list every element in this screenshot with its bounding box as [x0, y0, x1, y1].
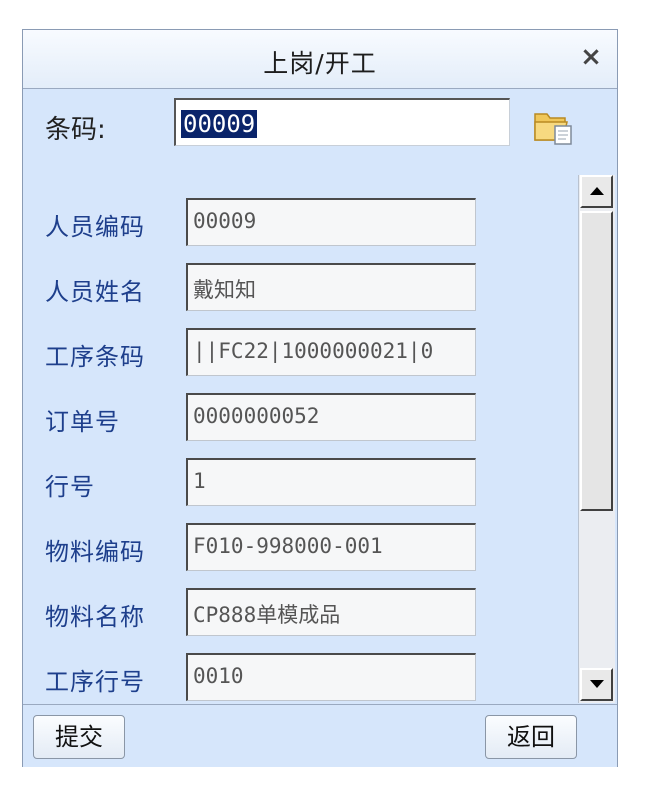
close-icon: × — [580, 42, 602, 72]
dialog-window: 上岗/开工 × 条码: 00009 人员编码 00009 人员姓名 戴知知 工序… — [22, 29, 618, 767]
material-code-label: 物料编码 — [45, 538, 145, 566]
scroll-thumb[interactable] — [580, 211, 613, 511]
process-line-number-value: 0010 — [193, 664, 244, 688]
line-number-label: 行号 — [45, 473, 95, 501]
line-number-field[interactable]: 1 — [186, 458, 476, 506]
line-number-value: 1 — [193, 469, 206, 493]
staff-name-field[interactable]: 戴知知 — [186, 263, 476, 311]
staff-code-field[interactable]: 00009 — [186, 198, 476, 246]
process-line-number-field[interactable]: 0010 — [186, 653, 476, 701]
process-barcode-value: ||FC22|1000000021|0 — [193, 339, 434, 363]
order-number-label: 订单号 — [45, 408, 120, 436]
form-scroll-area: 人员编码 00009 人员姓名 戴知知 工序条码 ||FC22|10000000… — [23, 170, 617, 704]
scroll-down-arrow-icon — [590, 680, 604, 688]
barcode-value: 00009 — [181, 110, 258, 138]
material-code-field[interactable]: F010-998000-001 — [186, 523, 476, 571]
close-button[interactable]: × — [576, 42, 606, 72]
process-line-number-label: 工序行号 — [45, 668, 145, 696]
title-bar: 上岗/开工 × — [23, 30, 617, 89]
process-barcode-label: 工序条码 — [45, 343, 145, 371]
staff-name-value: 戴知知 — [193, 278, 256, 302]
staff-name-label: 人员姓名 — [45, 278, 145, 306]
material-name-value: CP888单模成品 — [193, 603, 341, 627]
material-name-field[interactable]: CP888单模成品 — [186, 588, 476, 636]
staff-code-value: 00009 — [193, 209, 257, 233]
scroll-down-button[interactable] — [580, 668, 613, 701]
folder-open-button[interactable] — [531, 104, 575, 148]
folder-open-icon — [534, 113, 572, 145]
submit-button[interactable]: 提交 — [33, 715, 125, 759]
window-title: 上岗/开工 — [263, 49, 377, 78]
back-button[interactable]: 返回 — [485, 715, 577, 759]
footer-bar: 提交 返回 — [23, 704, 617, 767]
order-number-value: 0000000052 — [193, 404, 320, 428]
process-barcode-field[interactable]: ||FC22|1000000021|0 — [186, 328, 476, 376]
barcode-input[interactable]: 00009 — [174, 98, 510, 146]
scroll-up-arrow-icon — [590, 187, 604, 195]
material-name-label: 物料名称 — [45, 603, 145, 631]
staff-code-label: 人员编码 — [45, 213, 145, 241]
material-code-value: F010-998000-001 — [193, 534, 383, 558]
scroll-up-button[interactable] — [580, 175, 613, 208]
vertical-scrollbar[interactable] — [578, 175, 615, 703]
order-number-field[interactable]: 0000000052 — [186, 393, 476, 441]
barcode-label: 条码: — [45, 115, 106, 145]
